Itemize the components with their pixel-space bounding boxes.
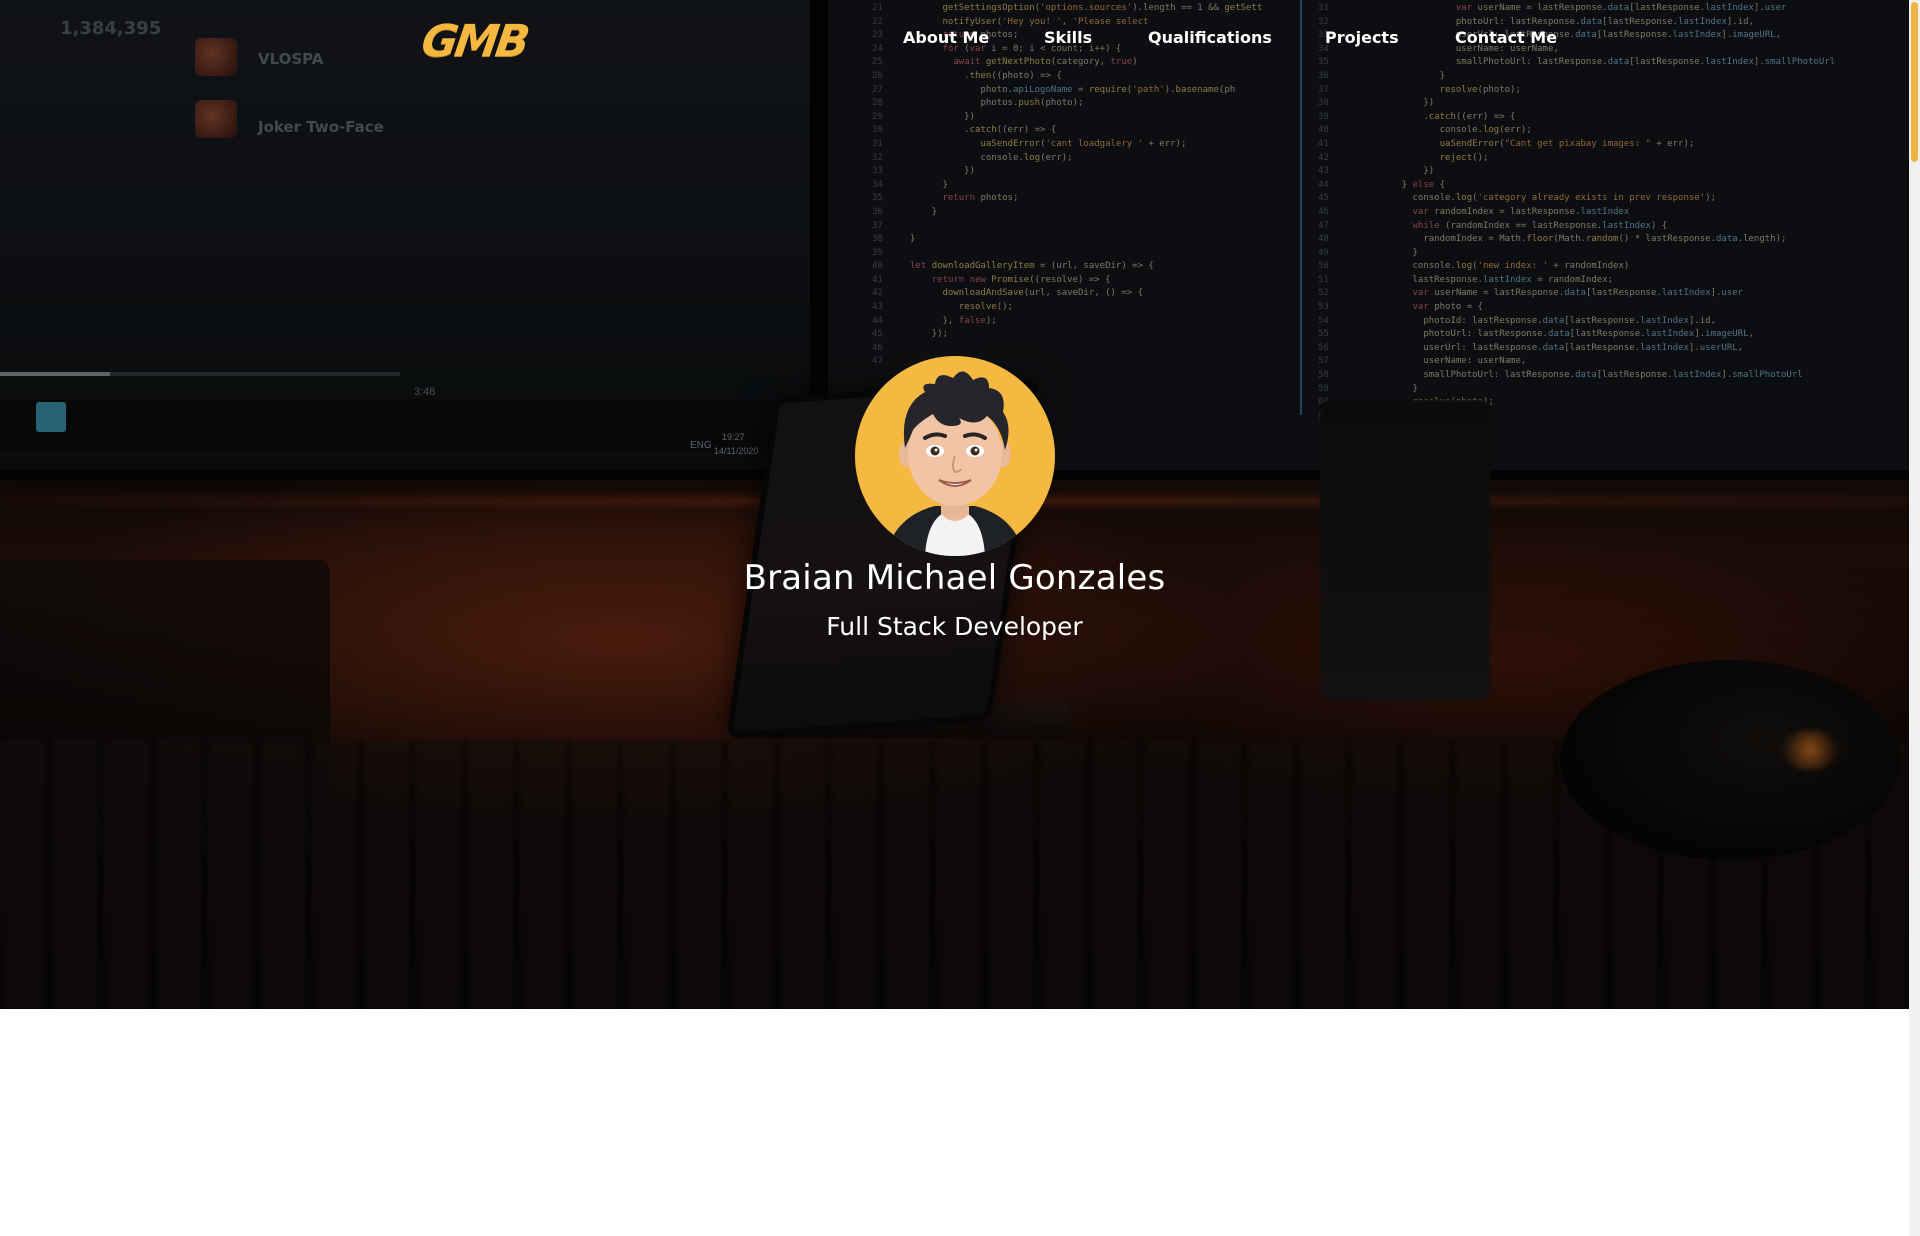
profile-role: Full Stack Developer bbox=[826, 612, 1083, 641]
profile-avatar bbox=[855, 356, 1055, 556]
page-scrollbar[interactable] bbox=[1909, 0, 1920, 1236]
profile-name: Braian Michael Gonzales bbox=[743, 558, 1166, 598]
site-logo[interactable]: GMB bbox=[418, 16, 530, 67]
avatar-icon bbox=[885, 371, 1025, 556]
nav-about-me[interactable]: About Me bbox=[903, 28, 989, 47]
hero-section: 1,384,395 VLOSPA Joker Two-Face 3:48 ENG… bbox=[0, 0, 1909, 1009]
nav-contact-me[interactable]: Contact Me bbox=[1455, 28, 1557, 47]
nav-projects[interactable]: Projects bbox=[1325, 28, 1399, 47]
nav-skills[interactable]: Skills bbox=[1044, 28, 1092, 47]
nav-qualifications[interactable]: Qualifications bbox=[1148, 28, 1272, 47]
scrollbar-thumb[interactable] bbox=[1911, 2, 1918, 162]
